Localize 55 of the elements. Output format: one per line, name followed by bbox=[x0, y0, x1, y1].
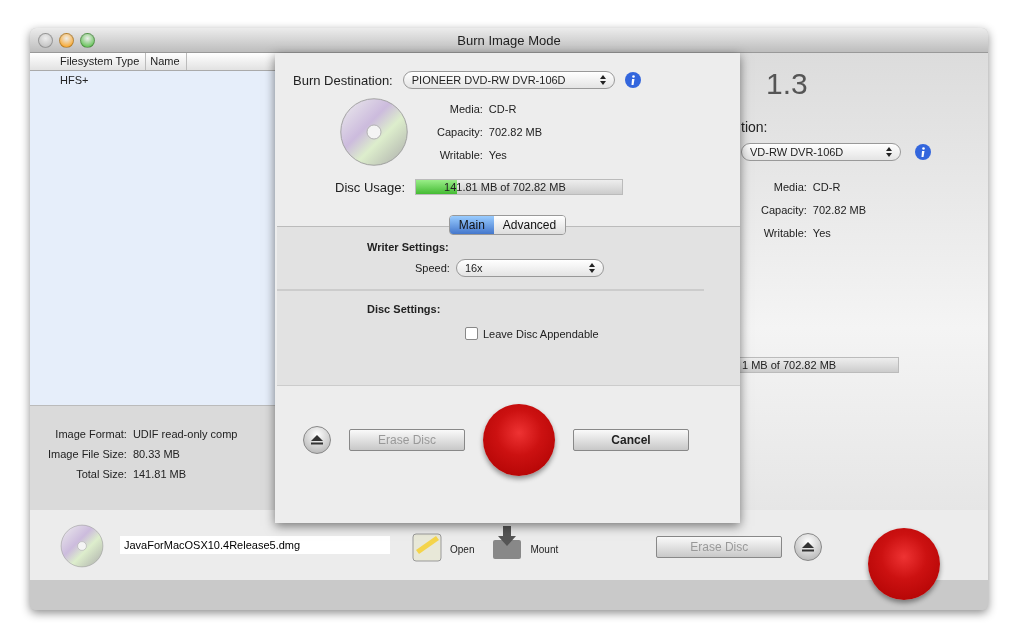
popup-arrows-icon bbox=[588, 263, 595, 273]
filename-field[interactable]: JavaForMacOSX10.4Release5.dmg bbox=[120, 536, 390, 554]
image-info-label: Image File Size: bbox=[48, 448, 127, 460]
device-popup[interactable]: VD-RW DVR-106D bbox=[741, 143, 901, 161]
open-label: Open bbox=[450, 544, 475, 555]
disc-info-value: 702.82 MB bbox=[488, 126, 543, 138]
settings-tab[interactable]: Advanced bbox=[493, 216, 566, 234]
disc-info-value: CD-R bbox=[812, 181, 842, 193]
destination-label: tion: bbox=[741, 118, 769, 135]
disc-info-value: CD-R bbox=[488, 103, 518, 115]
burn-button[interactable] bbox=[483, 404, 555, 476]
panel-heading: 1.3 bbox=[765, 67, 809, 101]
disc-info-label: Capacity: bbox=[437, 126, 483, 138]
burn-button[interactable] bbox=[868, 528, 941, 600]
disc-usage-label: Disc Usage: bbox=[335, 179, 406, 195]
zoom-button[interactable] bbox=[80, 32, 95, 48]
disc-info-label: Capacity: bbox=[761, 204, 807, 216]
image-info-label: Total Size: bbox=[75, 468, 127, 480]
info-icon[interactable] bbox=[915, 144, 931, 160]
cancel-button[interactable]: Cancel bbox=[573, 429, 689, 451]
popup-arrows-icon bbox=[886, 147, 892, 157]
disc-info-value: Yes bbox=[812, 227, 832, 239]
disc-settings-heading: Disc Settings: bbox=[366, 303, 442, 315]
column-header[interactable]: Filesystem Type bbox=[56, 53, 147, 70]
appendable-label: Leave Disc Appendable bbox=[483, 327, 599, 340]
image-info-label: Image Format: bbox=[54, 428, 127, 440]
list-row[interactable]: HFS+ bbox=[30, 71, 275, 86]
disc-info-value: 702.82 MB bbox=[812, 204, 867, 216]
appendable-checkbox[interactable] bbox=[465, 327, 478, 340]
mount-drive-icon[interactable] bbox=[492, 526, 523, 560]
disc-info-label: Media: bbox=[772, 181, 807, 193]
disc-icon bbox=[60, 524, 104, 568]
popup-arrows-icon bbox=[599, 75, 606, 85]
eject-icon bbox=[311, 435, 323, 445]
speed-label: Speed: bbox=[415, 262, 450, 274]
settings-tab[interactable]: Main bbox=[449, 216, 494, 234]
image-info-value: 80.33 MB bbox=[132, 448, 181, 460]
info-icon[interactable] bbox=[624, 72, 641, 88]
speed-popup[interactable]: 16x bbox=[455, 259, 604, 277]
disc-icon bbox=[339, 97, 409, 167]
disc-info-value: Yes bbox=[488, 149, 508, 161]
eject-button[interactable] bbox=[303, 426, 331, 454]
disc-info-label: Writable: bbox=[762, 227, 807, 239]
eject-button[interactable] bbox=[794, 533, 823, 561]
disc-info-label: Writable: bbox=[438, 149, 483, 161]
image-info-value: 141.81 MB bbox=[132, 468, 188, 480]
image-info-value: UDIF read-only comp bbox=[132, 428, 239, 440]
disc-info-label: Media: bbox=[448, 103, 483, 115]
destination-label: Burn Destination: bbox=[293, 72, 393, 88]
mount-label: Mount bbox=[530, 544, 559, 555]
eject-icon bbox=[802, 542, 815, 552]
writer-settings-heading: Writer Settings: bbox=[366, 241, 450, 253]
column-header[interactable]: Name bbox=[146, 53, 187, 70]
window-title: Burn Image Mode bbox=[457, 32, 561, 48]
device-popup[interactable]: PIONEER DVD-RW DVR-106D bbox=[402, 71, 615, 89]
